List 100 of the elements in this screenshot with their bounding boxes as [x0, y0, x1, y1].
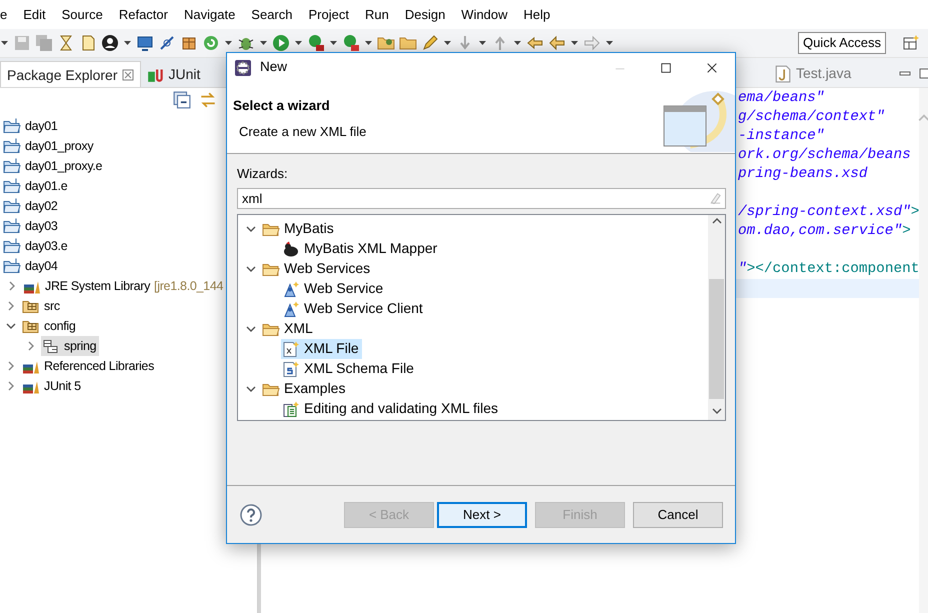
code-line: ork.org/schema/beans: [738, 146, 912, 165]
menu-item[interactable]: Search: [243, 0, 300, 30]
code-line: "></context:component: [738, 260, 920, 279]
menu-item[interactable]: Project: [300, 0, 357, 30]
caret-icon[interactable]: [513, 40, 522, 46]
project-folder-icon: [3, 197, 21, 215]
collapse-all-icon[interactable]: [173, 91, 191, 109]
menu-item[interactable]: Window: [453, 0, 516, 30]
web-service-icon: [282, 300, 300, 318]
menu-item[interactable]: e: [0, 0, 16, 30]
tree-item[interactable]: MyBatis XML Mapper: [281, 238, 440, 258]
hourglass-icon[interactable]: [57, 34, 75, 52]
caret-icon[interactable]: [224, 40, 233, 46]
project-folder-icon: [3, 137, 21, 155]
help-icon[interactable]: [240, 504, 262, 526]
tree-item[interactable]: day03: [2, 216, 61, 236]
window-title: New: [260, 58, 288, 76]
tree-item[interactable]: XML Schema File: [281, 358, 417, 378]
wizard-button[interactable]: Next >: [437, 502, 527, 528]
package-icon: [42, 337, 60, 355]
editor-tab[interactable]: Test.java: [768, 60, 858, 88]
tab[interactable]: Package Explorer: [0, 61, 141, 87]
tree-item[interactable]: XML File: [281, 338, 362, 358]
project-folder-icon: [3, 117, 21, 135]
project-folder-icon: [3, 257, 21, 275]
arrow-left-icon[interactable]: [548, 34, 566, 52]
menu-item[interactable]: Source: [54, 0, 111, 30]
java-file-icon: [774, 64, 792, 82]
tree-item[interactable]: spring: [41, 336, 100, 356]
quick-access-field[interactable]: Quick Access: [798, 32, 886, 54]
code-line: -instance": [738, 127, 826, 146]
play-case-icon[interactable]: [342, 34, 360, 52]
tree-item[interactable]: day04: [2, 256, 61, 276]
code-line: /spring-context.xsd">: [738, 203, 920, 222]
tree-item[interactable]: MyBatis: [261, 218, 337, 238]
menu-item[interactable]: Navigate: [176, 0, 244, 30]
menu-item[interactable]: Run: [356, 0, 397, 30]
app-icon: [234, 58, 252, 76]
scrollbar-thumb[interactable]: [709, 278, 724, 398]
tree-item[interactable]: Examples: [261, 378, 348, 398]
project-folder-icon: [3, 237, 21, 255]
caret-icon[interactable]: [259, 40, 268, 46]
tree-item[interactable]: day02: [2, 196, 61, 216]
link-arrows-icon[interactable]: [199, 91, 217, 109]
caret-icon[interactable]: [0, 40, 9, 46]
tree-item[interactable]: src: [21, 296, 63, 316]
pin-icon[interactable]: [158, 34, 176, 52]
scrollbar[interactable]: [708, 214, 725, 420]
tree-item[interactable]: day01_proxy.e: [2, 156, 106, 176]
project-folder-icon: [3, 217, 21, 235]
xml-file-icon: [282, 340, 300, 358]
menu-item[interactable]: Design: [396, 0, 454, 30]
wizard-heading: Select a wizard: [233, 98, 331, 114]
wizard-description: Create a new XML file: [238, 123, 368, 142]
play-toolbox-icon[interactable]: [307, 34, 325, 52]
caret-icon[interactable]: [364, 40, 373, 46]
caret-icon[interactable]: [570, 40, 579, 46]
perspective-icon[interactable]: [902, 34, 920, 52]
caret-icon[interactable]: [294, 40, 303, 46]
caret-icon[interactable]: [123, 40, 132, 46]
caret-icon[interactable]: [443, 40, 452, 46]
menu-item[interactable]: Edit: [15, 0, 54, 30]
tree-item[interactable]: day03.e: [2, 236, 70, 256]
menu-item[interactable]: Help: [516, 0, 558, 30]
tree-item[interactable]: JUnit 5: [21, 376, 84, 396]
close-icon[interactable]: [706, 62, 718, 74]
code-line: pring-beans.xsd: [738, 165, 869, 184]
caret-icon[interactable]: [329, 40, 338, 46]
code-line: ema/beans": [738, 89, 826, 108]
project-folder-icon: [3, 177, 21, 195]
scrollbar[interactable]: [919, 88, 928, 613]
example-file-icon: [282, 400, 300, 418]
wizard-button[interactable]: Cancel: [633, 502, 723, 528]
project-folder-icon: [3, 157, 21, 175]
tree-item[interactable]: Web Service: [281, 278, 386, 298]
monitor-icon[interactable]: [136, 34, 154, 52]
schema-file-icon: [282, 360, 300, 378]
menu-item[interactable]: Refactor: [110, 0, 176, 30]
tree-item[interactable]: day01.e: [2, 176, 70, 196]
filter-field[interactable]: xml: [237, 188, 726, 208]
tab[interactable]: JUnit: [140, 61, 206, 87]
tree-item[interactable]: JRE System Library [jre1.8.0_144: [22, 276, 226, 296]
tree-item[interactable]: Referenced Libraries: [21, 356, 158, 376]
caret-icon[interactable]: [605, 40, 614, 46]
bird-icon: [282, 240, 300, 258]
play-icon[interactable]: [272, 34, 290, 52]
code-line: g/schema/context": [738, 108, 886, 127]
maximize-icon[interactable]: [660, 62, 672, 74]
tree-item[interactable]: Web Services: [261, 258, 374, 278]
person-icon[interactable]: [101, 34, 119, 52]
arrow-star-icon[interactable]: [526, 34, 544, 52]
tree-item[interactable]: config: [21, 316, 79, 336]
tree-item[interactable]: day01: [2, 116, 61, 136]
field-label: Wizards:: [237, 165, 289, 183]
code-line: om.dao,com.service">: [738, 222, 912, 241]
tree-item[interactable]: day01_proxy: [2, 136, 96, 156]
caret-icon[interactable]: [478, 40, 487, 46]
tree-item[interactable]: Web Service Client: [281, 298, 426, 318]
tree-item[interactable]: XML: [261, 318, 316, 338]
tree-item[interactable]: Editing and validating XML files: [281, 398, 502, 418]
